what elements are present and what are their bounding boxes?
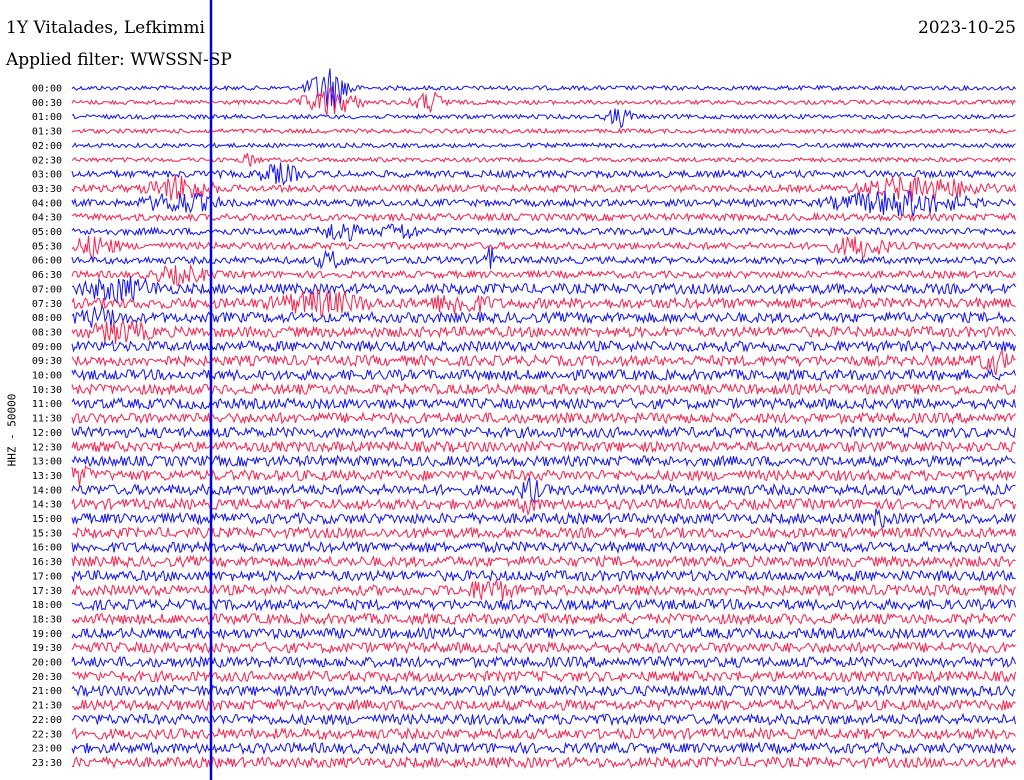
- time-tick-label: 08:00: [32, 313, 62, 324]
- time-tick-label: 16:30: [32, 557, 62, 568]
- seismic-trace-21:30: [71, 698, 1016, 712]
- seismic-trace-16:00: [71, 540, 1016, 555]
- time-tick-label: 17:30: [32, 586, 62, 597]
- time-tick-label: 04:00: [32, 198, 62, 209]
- time-tick-label: 07:30: [32, 299, 62, 310]
- time-tick-label: 14:30: [32, 500, 62, 511]
- seismic-trace-22:30: [71, 726, 1016, 741]
- time-tick-label: 03:30: [32, 184, 62, 195]
- time-tick-label: 10:00: [32, 371, 62, 382]
- time-tick-label: 20:00: [32, 658, 62, 669]
- seismic-trace-13:30: [71, 465, 1016, 487]
- seismic-trace-11:00: [71, 396, 1016, 411]
- time-tick-label: 18:30: [32, 614, 62, 625]
- time-tick-label: 19:30: [32, 643, 62, 654]
- seismic-trace-09:00: [71, 339, 1016, 354]
- time-tick-label: 11:30: [32, 414, 62, 425]
- time-tick-label: 06:30: [32, 270, 62, 281]
- seismic-trace-08:00: [71, 305, 1016, 328]
- time-tick-label: 02:30: [32, 155, 62, 166]
- time-tick-label: 21:30: [32, 701, 62, 712]
- time-tick-label: 05:30: [32, 241, 62, 252]
- seismic-trace-18:00: [71, 597, 1016, 612]
- time-tick-group: 00:00 00:30 01:00 01:30 02:00 02:30 03:00 03:30…: [32, 84, 62, 769]
- time-tick-label: 06:00: [32, 256, 62, 267]
- seismic-trace-13:00: [71, 454, 1016, 469]
- time-tick-label: 13:00: [32, 457, 62, 468]
- time-tick-label: 13:30: [32, 471, 62, 482]
- seismic-trace-12:00: [71, 425, 1016, 440]
- seismic-trace-02:00: [71, 141, 1016, 149]
- time-tick-label: 20:30: [32, 672, 62, 683]
- seismic-trace-22:00: [71, 712, 1016, 727]
- time-tick-label: 04:30: [32, 213, 62, 224]
- seismic-trace-09:30: [71, 349, 1016, 376]
- seismic-trace-15:00: [71, 508, 1016, 528]
- time-tick-label: 09:00: [32, 342, 62, 353]
- seismic-trace-05:30: [71, 235, 1016, 260]
- seismic-trace-23:00: [71, 741, 1016, 756]
- seismic-trace-07:00: [72, 276, 1016, 305]
- time-tick-label: 19:00: [32, 629, 62, 640]
- seismic-trace-15:30: [71, 526, 1016, 540]
- seismic-trace-01:30: [71, 127, 1016, 135]
- time-tick-label: 03:00: [32, 170, 62, 181]
- time-tick-label: 00:30: [32, 98, 62, 109]
- time-tick-label: 16:00: [32, 543, 62, 554]
- seismic-trace-16:30: [71, 554, 1016, 569]
- time-tick-label: 14:00: [32, 485, 62, 496]
- time-tick-label: 05:00: [32, 227, 62, 238]
- time-tick-label: 11:00: [32, 399, 62, 410]
- time-tick-label: 23:30: [32, 758, 62, 769]
- time-tick-label: 01:30: [32, 127, 62, 138]
- time-tick-label: 12:00: [32, 428, 62, 439]
- time-tick-label: 01:00: [32, 112, 62, 123]
- seismic-trace-19:00: [71, 626, 1016, 641]
- time-tick-label: 00:00: [32, 84, 62, 95]
- seismic-trace-18:30: [71, 612, 1016, 626]
- time-tick-label: 09:30: [32, 356, 62, 367]
- seismic-trace-05:00: [71, 223, 1016, 242]
- seismic-trace-01:00: [71, 108, 1016, 129]
- time-tick-label: 07:00: [32, 284, 62, 295]
- seismic-trace-14:00: [71, 477, 1016, 505]
- seismic-trace-08:30: [71, 319, 1016, 345]
- time-tick-label: 17:00: [32, 571, 62, 582]
- time-tick-label: 21:00: [32, 686, 62, 697]
- seismic-trace-11:30: [71, 411, 1016, 425]
- seismic-trace-12:30: [71, 440, 1016, 454]
- time-tick-label: 23:00: [32, 744, 62, 755]
- seismic-trace-14:30: [71, 497, 1016, 516]
- seismic-trace-20:30: [71, 669, 1016, 684]
- seismic-trace-00:30: [71, 86, 1016, 116]
- time-tick-label: 15:00: [32, 514, 62, 525]
- time-tick-label: 18:00: [32, 600, 62, 611]
- seismic-trace-06:30: [71, 263, 1016, 287]
- seismic-trace-02:30: [71, 153, 1016, 167]
- time-tick-label: 08:30: [32, 327, 62, 338]
- time-tick-label: 02:00: [32, 141, 62, 152]
- seismic-trace-21:00: [71, 683, 1016, 698]
- seismic-trace-17:30: [71, 579, 1016, 601]
- seismic-trace-19:30: [71, 640, 1016, 655]
- seismic-trace-03:30: [71, 174, 1016, 203]
- seismic-trace-03:00: [71, 162, 1016, 186]
- time-tick-label: 15:30: [32, 528, 62, 539]
- trace-group: [71, 68, 1016, 770]
- time-tick-label: 12:30: [32, 442, 62, 453]
- helicorder-plot: 00:00 00:30 01:00 01:30 02:00 02:30 03:00 03:30…: [32, 0, 1016, 780]
- seismic-trace-17:00: [71, 569, 1016, 583]
- seismic-trace-23:30: [71, 755, 1016, 770]
- time-tick-label: 22:00: [32, 715, 62, 726]
- seismic-trace-07:30: [71, 288, 1016, 317]
- seismic-trace-10:30: [71, 382, 1016, 397]
- seismic-trace-20:00: [71, 655, 1016, 669]
- seismic-trace-10:00: [71, 368, 1016, 382]
- seismic-trace-04:00: [71, 190, 1016, 217]
- seismic-trace-04:30: [71, 211, 1016, 223]
- time-tick-label: 10:30: [32, 385, 62, 396]
- time-tick-label: 22:30: [32, 729, 62, 740]
